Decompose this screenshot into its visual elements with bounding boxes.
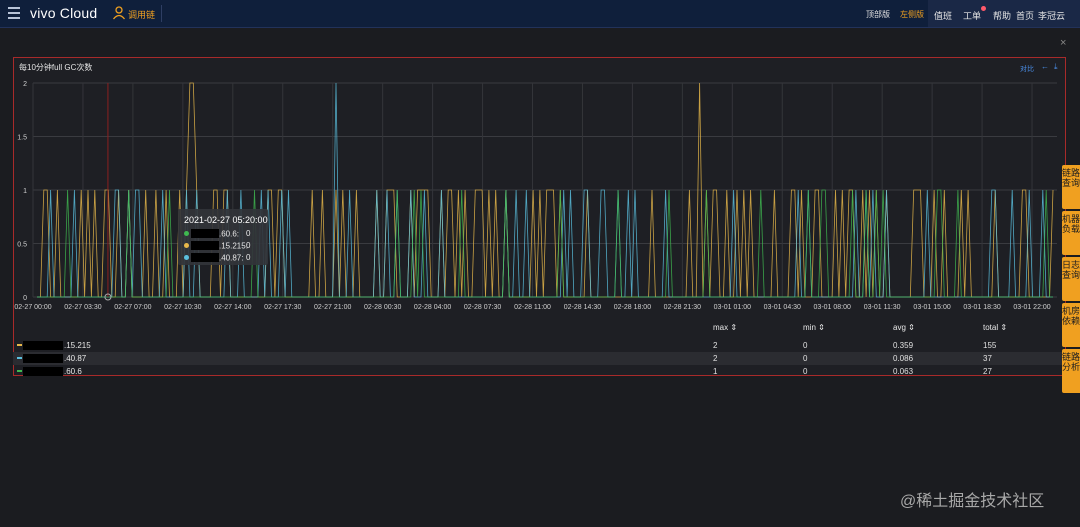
side-tab-log-query[interactable]: 日志查询 [1062, 257, 1080, 301]
series-swatch [17, 370, 22, 372]
legend-max: 1 [713, 367, 718, 376]
x-tick-label: 02-27 00:00 [14, 304, 51, 311]
x-tick-label: 03-01 04:30 [764, 304, 801, 311]
x-tick-label: 02-28 21:30 [664, 304, 701, 311]
chart-tooltip: 2021-02-27 05:20:00 .60.6: 0 .15.215: 0 .4… [178, 209, 268, 265]
legend-avg: 0.086 [893, 354, 914, 363]
col-avg[interactable]: avg ⇕ [893, 323, 915, 332]
tooltip-time: 2021-02-27 05:20:00 [184, 215, 268, 225]
x-tick-label: 02-28 18:00 [614, 304, 651, 311]
series-swatch [17, 357, 22, 359]
series-dot-icon [184, 231, 189, 237]
watermark: @稀土掘金技术社区 [900, 493, 1045, 510]
x-tick-label: 02-27 03:30 [64, 304, 101, 311]
x-tick-label: 02-27 07:00 [114, 304, 151, 311]
side-tab-trace-query[interactable]: 链路查询 [1062, 165, 1080, 209]
y-tick-label: 0 [23, 295, 27, 302]
tooltip-value: 0 [246, 229, 251, 238]
masked-ip [191, 229, 219, 239]
legend-total: 155 [983, 341, 997, 350]
legend-max: 2 [713, 354, 718, 363]
series-dot-icon [184, 255, 189, 261]
y-tick-label: 2 [23, 81, 27, 88]
masked-ip [191, 253, 219, 263]
x-tick-label: 02-28 00:30 [364, 304, 401, 311]
col-max[interactable]: max ⇕ [713, 323, 737, 332]
tooltip-row: .40.87: 0 [184, 253, 250, 265]
masked-ip [191, 241, 219, 251]
legend-host: .15.215 [64, 341, 91, 350]
x-tick-label: 03-01 01:00 [714, 304, 751, 311]
legend-header: max ⇕ min ⇕ avg ⇕ total ⇕ [13, 319, 1066, 335]
legend-total: 37 [983, 354, 992, 363]
legend-host: .60.6 [64, 367, 82, 376]
tooltip-value: 0 [246, 253, 251, 262]
masked-ip [23, 341, 63, 350]
side-tab-machine-load[interactable]: 机器负载 [1062, 211, 1080, 255]
tooltip-row: .15.215: 0 [184, 241, 251, 253]
series-swatch [17, 344, 22, 346]
tooltip-host: .60.6: [219, 229, 240, 239]
legend-min: 0 [803, 367, 808, 376]
x-tick-label: 03-01 11:30 [864, 304, 901, 311]
legend-max: 2 [713, 341, 718, 350]
x-tick-label: 02-28 04:00 [414, 304, 451, 311]
gc-line-chart[interactable]: 0 0.5 1 1.5 2 02-27 00:00 02-27 03:30 02-27 07:… [0, 0, 1080, 527]
x-tick-label: 02-28 11:00 [514, 304, 551, 311]
legend-host: .40.87 [64, 354, 87, 363]
legend-avg: 0.359 [893, 341, 914, 350]
legend-min: 0 [803, 354, 808, 363]
legend-avg: 0.063 [893, 367, 914, 376]
x-tick-label: 03-01 18:30 [963, 304, 1000, 311]
tooltip-host: .15.215: [219, 241, 248, 251]
legend-row[interactable]: .40.87 2 0 0.086 37 [13, 352, 1064, 365]
x-tick-label: 03-01 08:00 [814, 304, 851, 311]
x-tick-label: 02-28 14:30 [564, 304, 601, 311]
col-total[interactable]: total ⇕ [983, 323, 1007, 332]
tooltip-row: .60.6: 0 [184, 229, 250, 241]
x-tick-label: 02-27 17:30 [264, 304, 301, 311]
legend-min: 0 [803, 341, 808, 350]
side-tab-trace-analysis[interactable]: 链路分析 [1062, 349, 1080, 393]
col-min[interactable]: min ⇕ [803, 323, 825, 332]
legend-row[interactable]: .15.215 2 0 0.359 155 [13, 339, 1064, 352]
x-tick-label: 03-01 22:00 [1013, 304, 1050, 311]
legend-total: 27 [983, 367, 992, 376]
x-tick-label: 02-27 14:00 [214, 304, 251, 311]
x-tick-label: 02-28 07:30 [464, 304, 501, 311]
y-tick-label: 1.5 [17, 135, 27, 142]
x-tick-label: 02-27 10:30 [164, 304, 201, 311]
tooltip-value: 0 [246, 241, 251, 250]
masked-ip [23, 354, 63, 363]
y-tick-label: 1 [23, 188, 27, 195]
side-tab-room-dependency[interactable]: 机房依赖 [1062, 303, 1080, 347]
tooltip-host: .40.87: [219, 253, 244, 263]
x-tick-label: 03-01 15:00 [913, 304, 950, 311]
series-dot-icon [184, 243, 189, 249]
masked-ip [23, 367, 63, 376]
y-tick-label: 0.5 [17, 242, 27, 249]
legend-row[interactable]: .60.6 1 0 0.063 27 [13, 365, 1064, 378]
x-tick-label: 02-27 21:00 [314, 304, 351, 311]
